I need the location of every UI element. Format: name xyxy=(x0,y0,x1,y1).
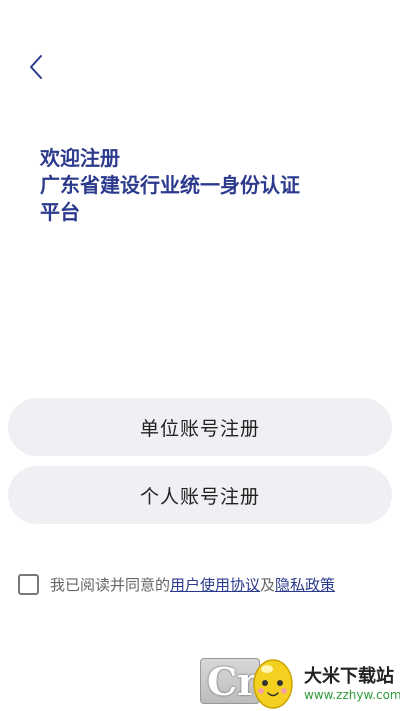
personal-account-register-button[interactable]: 个人账号注册 xyxy=(8,466,392,524)
agreement-prefix: 我已阅读并同意的 xyxy=(50,576,171,594)
watermark-site-name: 大米下载站 xyxy=(304,666,394,687)
agreement-row: 我已阅读并同意的 用户使用协议 及 隐私政策 xyxy=(18,574,335,595)
watermark-site-url: www.zzhyw.com xyxy=(304,688,400,702)
title-line-platform-suffix: 平台 xyxy=(40,200,80,224)
privacy-policy-link[interactable]: 隐私政策 xyxy=(275,574,335,595)
watermark: Cr 大米下载站 www.zzhyw.com xyxy=(200,652,400,711)
agreement-conjunction: 及 xyxy=(260,576,276,594)
back-button[interactable] xyxy=(22,52,50,82)
user-agreement-link[interactable]: 用户使用协议 xyxy=(170,574,260,595)
agreement-checkbox[interactable] xyxy=(18,574,39,595)
title-line-welcome: 欢迎注册 xyxy=(40,146,120,170)
egg-mascot-icon xyxy=(253,659,293,709)
chevron-left-icon xyxy=(30,55,42,79)
page-title: 欢迎注册 广东省建设行业统一身份认证 平台 xyxy=(40,145,370,226)
unit-account-register-button[interactable]: 单位账号注册 xyxy=(8,398,392,456)
title-line-platform-name: 广东省建设行业统一身份认证 xyxy=(40,173,300,197)
